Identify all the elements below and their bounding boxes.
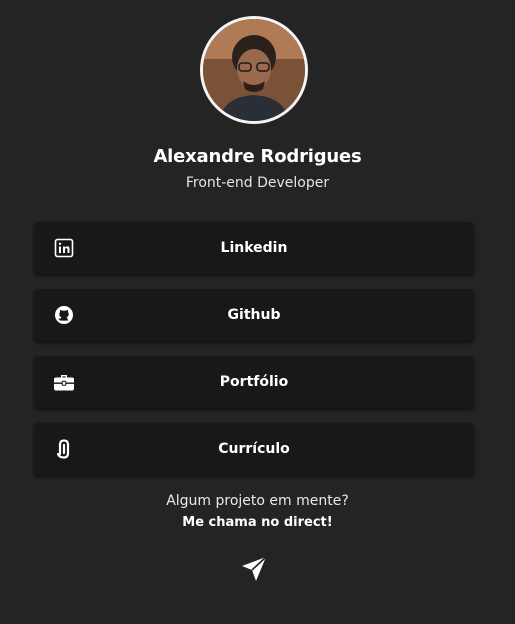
portfolio-label: Portfólio (219, 374, 289, 390)
cta-direct: Me chama no direct! (182, 515, 333, 530)
github-label: Github (227, 307, 281, 323)
curriculum-button[interactable]: Currículo (34, 423, 474, 475)
briefcase-icon (53, 371, 75, 393)
send-icon[interactable] (240, 555, 268, 583)
linkedin-button[interactable]: Linkedin (34, 222, 474, 274)
linkedin-icon (53, 237, 75, 259)
avatar (200, 16, 308, 124)
paperclip-icon (53, 438, 75, 460)
github-button[interactable]: Github (34, 289, 474, 341)
profile-role: Front-end Developer (185, 175, 330, 191)
profile-photo-icon (203, 19, 305, 121)
profile-name: Alexandre Rodrigues (153, 146, 362, 167)
contact-cta: Algum projeto em mente? Me chama no dire… (0, 491, 515, 535)
github-icon (53, 304, 75, 326)
links-list: Linkedin Github Portfólio Currículo (34, 222, 474, 490)
linkedin-label: Linkedin (220, 240, 288, 256)
curriculum-label: Currículo (218, 441, 290, 457)
portfolio-button[interactable]: Portfólio (34, 356, 474, 408)
cta-question: Algum projeto em mente? (166, 493, 349, 509)
